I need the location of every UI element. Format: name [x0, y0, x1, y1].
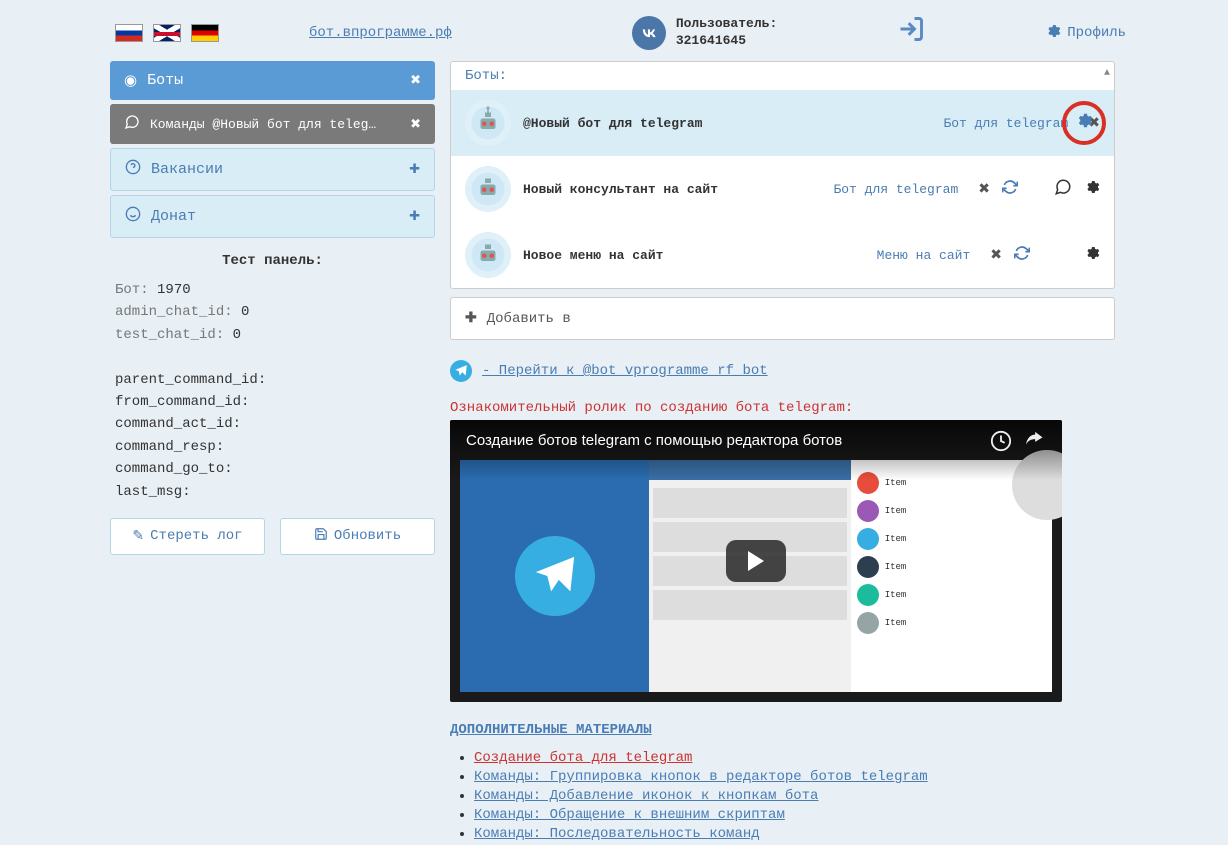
bot-row[interactable]: Новое меню на сайт Меню на сайт ✖ — [451, 222, 1114, 288]
nav-bots[interactable]: ◉ Боты ✖ — [110, 61, 435, 100]
vk-icon[interactable] — [632, 16, 666, 50]
pencil-icon: ✎ — [132, 528, 144, 545]
scroll-up-icon[interactable]: ▲ — [1104, 68, 1110, 79]
share-icon[interactable] — [1026, 430, 1048, 457]
bot-avatar — [465, 232, 511, 278]
clear-log-button[interactable]: ✎ Стереть лог — [110, 518, 265, 555]
plus-icon[interactable]: ✚ — [409, 209, 420, 224]
telegram-bot-link[interactable]: - Перейти к @bot_vprogramme_rf_bot — [482, 363, 768, 379]
close-icon[interactable]: ✖ — [410, 117, 421, 132]
smile-icon — [125, 206, 141, 227]
play-button[interactable] — [726, 540, 786, 582]
target-icon: ◉ — [124, 71, 137, 90]
site-link[interactable]: бот.впрограмме.рф — [309, 25, 452, 41]
add-bot-button[interactable]: ✚ Добавить в — [450, 297, 1115, 340]
save-icon — [314, 527, 328, 546]
telegram-icon — [450, 360, 472, 382]
gear-icon[interactable] — [1084, 179, 1100, 200]
refresh-icon[interactable] — [1002, 179, 1018, 200]
question-icon — [125, 159, 141, 180]
chat-icon[interactable] — [1054, 178, 1072, 201]
chat-icon — [124, 114, 140, 134]
bots-panel: ▲ Боты: @Новый бот для telegram Бот для … — [450, 61, 1115, 289]
bot-avatar — [465, 166, 511, 212]
gear-highlighted[interactable] — [1062, 101, 1106, 145]
gear-icon — [1045, 23, 1061, 44]
flag-uk[interactable] — [153, 24, 181, 42]
bot-row[interactable]: Новый консультант на сайт Бот для telegr… — [451, 156, 1114, 222]
material-link[interactable]: Команды: Группировка кнопок в редакторе … — [474, 769, 928, 785]
flag-de[interactable] — [191, 24, 219, 42]
profile-link[interactable]: Профиль — [1045, 23, 1126, 44]
material-link[interactable]: Создание бота для telegram — [474, 750, 692, 766]
nav-commands[interactable]: Команды @Новый бот для teleg… ✖ — [110, 104, 435, 144]
language-flags — [115, 24, 219, 42]
flag-ru[interactable] — [115, 24, 143, 42]
gear-icon[interactable] — [1075, 112, 1093, 135]
material-link[interactable]: Команды: Добавление иконок к кнопкам бот… — [474, 788, 818, 804]
bot-name: Новое меню на сайт — [523, 248, 865, 263]
logout-icon[interactable] — [897, 15, 925, 51]
material-link[interactable]: Команды: Последовательность команд — [474, 826, 760, 842]
nav-vacancy[interactable]: Вакансии ✚ — [110, 148, 435, 191]
test-panel-title: Тест панель: — [110, 253, 435, 269]
bot-type: Меню на сайт — [877, 248, 971, 263]
plus-icon: ✚ — [465, 310, 477, 327]
material-link[interactable]: Команды: Обращение к внешним скриптам — [474, 807, 785, 823]
video-player[interactable]: Item Item Item Item Item Item Создание б… — [450, 420, 1062, 702]
bots-panel-title: Боты: — [451, 62, 1114, 90]
plus-icon[interactable]: ✚ — [409, 162, 420, 177]
bot-name: Новый консультант на сайт — [523, 182, 821, 197]
watch-later-icon[interactable] — [990, 430, 1012, 457]
materials-list: Создание бота для telegram Команды: Груп… — [450, 750, 1115, 842]
close-icon[interactable]: ✖ — [978, 181, 990, 198]
test-panel: Бот: 1970 admin_chat_id: 0 test_chat_id:… — [110, 279, 435, 503]
refresh-icon[interactable] — [1014, 245, 1030, 266]
close-icon[interactable]: ✖ — [990, 247, 1002, 264]
bot-row[interactable]: @Новый бот для telegram Бот для telegram… — [451, 90, 1114, 156]
materials-title: ДОПОЛНИТЕЛЬНЫЕ МАТЕРИАЛЫ — [450, 722, 1115, 738]
video-title: Создание ботов telegram с помощью редакт… — [466, 432, 842, 449]
user-info: Пользователь: 321641645 — [676, 16, 777, 50]
bot-type: Бот для telegram — [833, 182, 958, 197]
refresh-button[interactable]: Обновить — [280, 518, 435, 555]
gear-icon[interactable] — [1084, 245, 1100, 266]
close-icon[interactable]: ✖ — [410, 73, 421, 88]
bot-type: Бот для telegram — [943, 116, 1068, 131]
bot-avatar — [465, 100, 511, 146]
video-section-title: Ознакомительный ролик по созданию бота t… — [450, 400, 1115, 416]
bot-name: @Новый бот для telegram — [523, 116, 931, 131]
nav-donate[interactable]: Донат ✚ — [110, 195, 435, 238]
